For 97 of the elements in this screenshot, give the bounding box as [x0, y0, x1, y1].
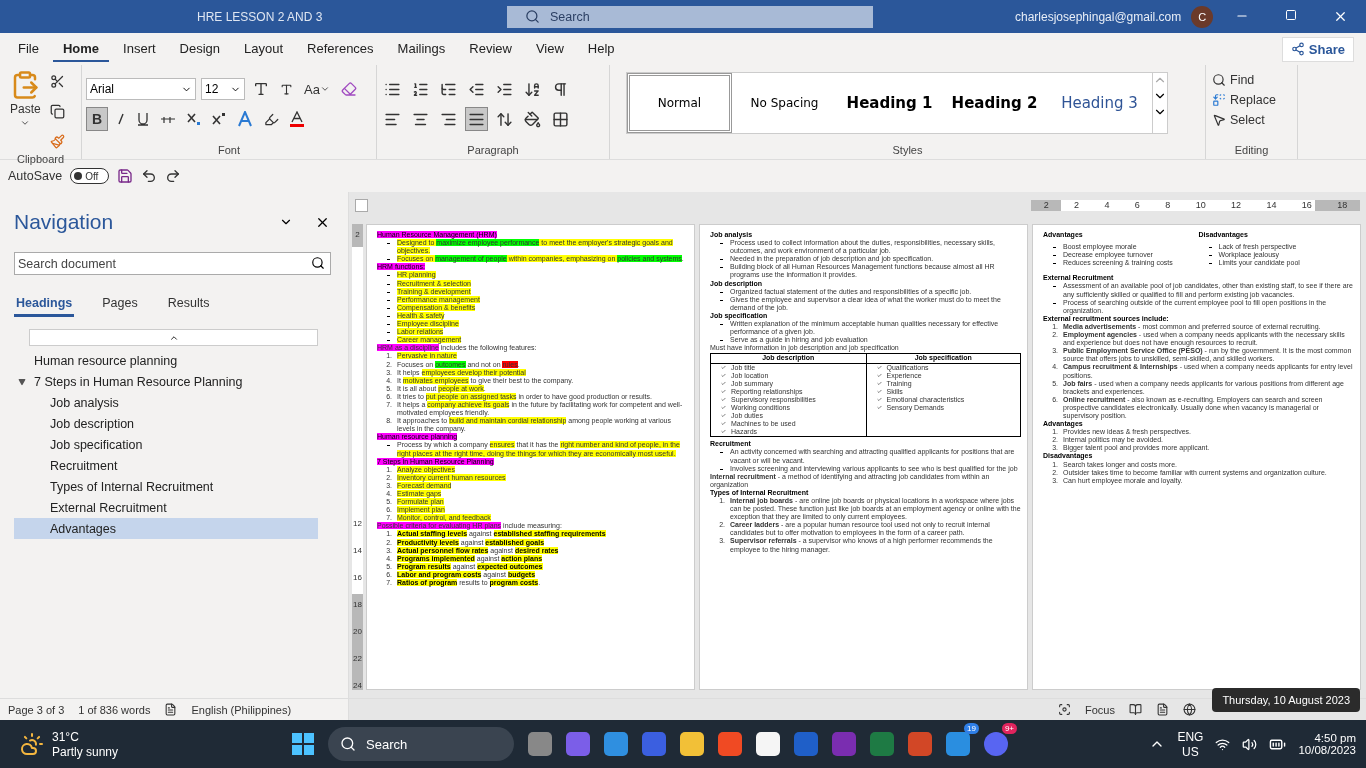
bold-button[interactable]: B — [86, 107, 108, 131]
share-icon — [1290, 42, 1305, 56]
task-view-icon[interactable] — [528, 732, 552, 756]
proofing-icon[interactable] — [164, 703, 178, 716]
group-label: Font — [217, 144, 241, 158]
account-email: charlesjosephingal@gmail.com — [1015, 9, 1182, 24]
restore-icon[interactable] — [1285, 9, 1297, 21]
group-label: Styles — [891, 144, 924, 158]
caret-icon — [20, 118, 31, 128]
focus-icon[interactable] — [1058, 703, 1072, 716]
account-avatar[interactable]: C — [1191, 5, 1214, 28]
excel-app-icon[interactable] — [870, 732, 894, 756]
focus-mode[interactable]: Focus — [1085, 703, 1115, 716]
font-name-field[interactable]: Arial — [86, 78, 196, 100]
navigation-heading[interactable]: 7 Steps in Human Resource Planning — [14, 371, 318, 392]
chat-app-icon[interactable] — [566, 732, 590, 756]
ribbon-tab[interactable]: Mailings — [387, 36, 456, 62]
notification-badge: 9+ — [1001, 723, 1017, 734]
group-label: Paragraph — [466, 144, 520, 158]
app-icon[interactable] — [642, 732, 666, 756]
navigation-tab[interactable]: Headings — [14, 291, 75, 317]
ribbon-tab[interactable]: References — [297, 36, 384, 62]
editing-button[interactable]: Select — [1210, 111, 1278, 129]
browser-app-icon[interactable] — [718, 732, 742, 756]
search-field[interactable]: Search — [507, 5, 873, 28]
undo-icon[interactable] — [141, 168, 158, 184]
change-case-button[interactable]: Aa — [301, 77, 333, 101]
justify-button[interactable] — [465, 107, 488, 131]
taskbar-search[interactable]: Search — [328, 727, 514, 761]
language-label[interactable]: English (Philippines) — [191, 703, 292, 716]
ribbon-tab[interactable]: Design — [169, 36, 231, 62]
temperature: 31°C — [52, 729, 80, 744]
weather-text: Partly sunny — [52, 744, 120, 759]
autosave-label: AutoSave — [8, 169, 63, 183]
clock-time[interactable]: 4:50 pm — [1314, 732, 1356, 744]
redo-icon[interactable] — [165, 168, 182, 184]
page-count[interactable]: Page 3 of 3 — [8, 703, 65, 716]
store-app-icon[interactable] — [604, 732, 628, 756]
wifi-icon[interactable] — [1215, 736, 1231, 752]
volume-icon[interactable] — [1242, 736, 1258, 752]
share-button[interactable]: Share — [1281, 36, 1354, 62]
pointer-icon — [1212, 113, 1226, 127]
ribbon-tab[interactable]: File — [8, 36, 49, 62]
horizontal-ruler: 2 2 4 6 8 10 12 14 16 18 — [1031, 199, 1360, 211]
ribbon-tab[interactable]: Home — [52, 36, 110, 62]
navigation-heading[interactable]: Human resource planning — [14, 350, 318, 371]
paste-button[interactable]: Paste — [4, 69, 47, 153]
input-region[interactable]: US — [1182, 744, 1199, 759]
input-language[interactable]: ENG — [1177, 729, 1204, 744]
navigation-heading[interactable]: Job specification — [14, 434, 318, 455]
navigation-heading[interactable]: External Recruitment — [14, 497, 318, 518]
web-layout-icon[interactable] — [1183, 703, 1196, 716]
editing-button[interactable]: Replace — [1210, 91, 1278, 109]
mail-app-icon[interactable] — [946, 732, 970, 756]
pane-title: Navigation — [14, 210, 115, 234]
navigation-heading[interactable]: Recruitment — [14, 455, 318, 476]
navigation-heading[interactable]: Types of Internal Recruitment — [14, 476, 318, 497]
group-label: Editing — [1233, 144, 1270, 158]
word-count[interactable]: 1 of 836 words — [78, 703, 151, 716]
navigation-tab[interactable]: Pages — [100, 291, 140, 317]
autosave-toggle[interactable]: Off — [70, 168, 110, 184]
save-icon[interactable] — [117, 168, 134, 184]
search-icon[interactable] — [311, 256, 325, 270]
read-mode-icon[interactable] — [1129, 703, 1142, 716]
ribbon-tab[interactable]: View — [525, 36, 574, 62]
clock-date[interactable]: 10/08/2023 — [1298, 744, 1356, 756]
notification-badge: 19 — [964, 723, 979, 734]
editing-button[interactable]: Find — [1210, 71, 1278, 89]
print-layout-icon[interactable] — [1156, 703, 1169, 716]
ribbon-tab[interactable]: Insert — [113, 36, 166, 62]
navigation-heading[interactable]: Job analysis — [14, 392, 318, 413]
search-document-field[interactable]: Search document — [14, 252, 331, 275]
collapse-triangle-icon[interactable] — [18, 377, 28, 386]
caret-icon — [319, 84, 330, 94]
ribbon-tab[interactable]: Review — [459, 36, 522, 62]
notes-app-icon[interactable] — [756, 732, 780, 756]
navigation-heading[interactable]: Advantages — [14, 518, 318, 539]
search-icon — [340, 736, 356, 752]
chat-bubble-app-icon[interactable] — [984, 732, 1008, 756]
document-title[interactable]: HRE LESSON 2 AND 3 — [197, 9, 507, 24]
search-icon — [525, 9, 540, 24]
powerpoint-app-icon[interactable] — [908, 732, 932, 756]
replace-icon — [1212, 93, 1226, 107]
ribbon-tab[interactable]: Help — [577, 36, 625, 62]
start-icon[interactable] — [292, 733, 314, 755]
navigation-heading[interactable]: Job description — [14, 413, 318, 434]
search-icon — [1212, 73, 1226, 87]
ribbon-tab[interactable]: Layout — [234, 36, 294, 62]
vertical-ruler: 2 12 14 16 18 20 22 24 — [352, 224, 363, 690]
font-size-field[interactable]: 12 — [201, 78, 245, 100]
date-tooltip: Thursday, 10 August 2023 — [1212, 688, 1360, 712]
navigation-tab[interactable]: Results — [165, 291, 212, 317]
style-option[interactable]: Normal — [627, 73, 732, 133]
close-icon[interactable] — [1333, 9, 1348, 24]
folder-icon[interactable] — [680, 732, 704, 756]
group-label: Clipboard — [15, 153, 66, 167]
weather-icon[interactable] — [20, 732, 44, 756]
